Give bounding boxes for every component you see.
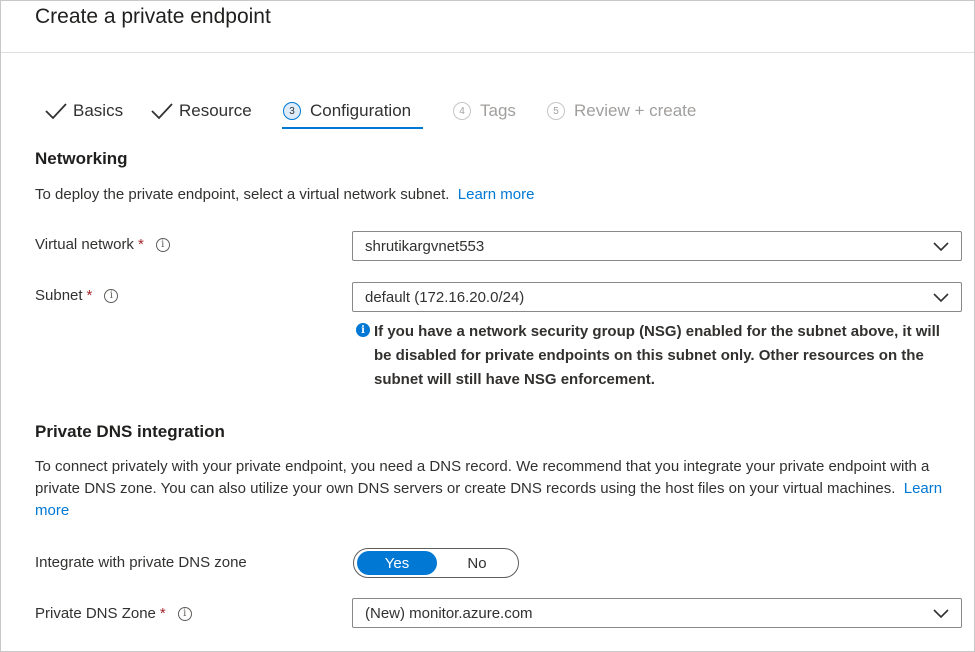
virtual-network-value: shrutikargvnet553 bbox=[365, 237, 485, 255]
tab-label: Basics bbox=[73, 101, 124, 120]
nsg-info-notice: i If you have a network security group (… bbox=[356, 320, 956, 392]
private-dns-zone-label-text: Private DNS Zone bbox=[35, 605, 156, 622]
info-icon[interactable]: i bbox=[104, 288, 119, 303]
tab-label: Configuration bbox=[310, 101, 412, 120]
tab-label: Resource bbox=[179, 101, 252, 120]
networking-description: To deploy the private endpoint, select a… bbox=[35, 184, 534, 206]
tab-label: Review + create bbox=[574, 101, 697, 120]
step-number-badge: 5 bbox=[547, 102, 565, 120]
info-icon[interactable]: i bbox=[177, 606, 192, 621]
dns-description: To connect privately with your private e… bbox=[35, 456, 965, 522]
tab-tags[interactable]: 4 Tags bbox=[453, 97, 516, 125]
checkmark-icon bbox=[45, 103, 67, 120]
tab-review-create[interactable]: 5 Review + create bbox=[547, 97, 696, 125]
subnet-label-text: Subnet bbox=[35, 287, 83, 304]
info-filled-icon: i bbox=[356, 323, 370, 337]
subnet-value: default (172.16.20.0/24) bbox=[365, 288, 525, 306]
chevron-down-icon bbox=[933, 242, 949, 252]
private-dns-zone-value: (New) monitor.azure.com bbox=[365, 604, 533, 622]
required-marker: * bbox=[159, 605, 166, 622]
required-marker: * bbox=[137, 236, 144, 253]
chevron-down-icon bbox=[933, 609, 949, 619]
page-title: Create a private endpoint bbox=[35, 5, 271, 28]
virtual-network-dropdown[interactable]: shrutikargvnet553 bbox=[352, 231, 962, 261]
tab-label: Tags bbox=[480, 101, 516, 120]
info-icon[interactable]: i bbox=[155, 237, 170, 252]
dns-heading: Private DNS integration bbox=[35, 422, 225, 441]
integrate-dns-label: Integrate with private DNS zone bbox=[35, 554, 247, 571]
networking-heading: Networking bbox=[35, 149, 128, 168]
active-tab-indicator bbox=[282, 127, 423, 129]
virtual-network-label: Virtual network * i bbox=[35, 236, 170, 253]
integrate-dns-label-text: Integrate with private DNS zone bbox=[35, 554, 247, 571]
networking-learn-more-link[interactable]: Learn more bbox=[458, 186, 535, 203]
private-dns-zone-dropdown[interactable]: (New) monitor.azure.com bbox=[352, 598, 962, 628]
step-number-badge: 4 bbox=[453, 102, 471, 120]
chevron-down-icon bbox=[933, 293, 949, 303]
nsg-notice-text: If you have a network security group (NS… bbox=[374, 323, 940, 388]
required-marker: * bbox=[86, 287, 93, 304]
toggle-no-option[interactable]: No bbox=[437, 551, 517, 575]
toggle-yes-option[interactable]: Yes bbox=[357, 551, 437, 575]
dns-description-text: To connect privately with your private e… bbox=[35, 458, 930, 497]
tab-configuration[interactable]: 3 Configuration bbox=[283, 97, 411, 125]
subnet-label: Subnet * i bbox=[35, 287, 119, 304]
tab-resource[interactable]: Resource bbox=[150, 97, 252, 125]
step-number-badge: 3 bbox=[283, 102, 301, 120]
subnet-dropdown[interactable]: default (172.16.20.0/24) bbox=[352, 282, 962, 312]
tab-basics[interactable]: Basics bbox=[44, 97, 123, 125]
private-dns-zone-label: Private DNS Zone * i bbox=[35, 605, 192, 622]
virtual-network-label-text: Virtual network bbox=[35, 236, 134, 253]
checkmark-icon bbox=[151, 103, 173, 120]
header-divider bbox=[1, 52, 974, 53]
networking-description-text: To deploy the private endpoint, select a… bbox=[35, 186, 450, 203]
integrate-dns-toggle[interactable]: Yes No bbox=[353, 548, 519, 578]
